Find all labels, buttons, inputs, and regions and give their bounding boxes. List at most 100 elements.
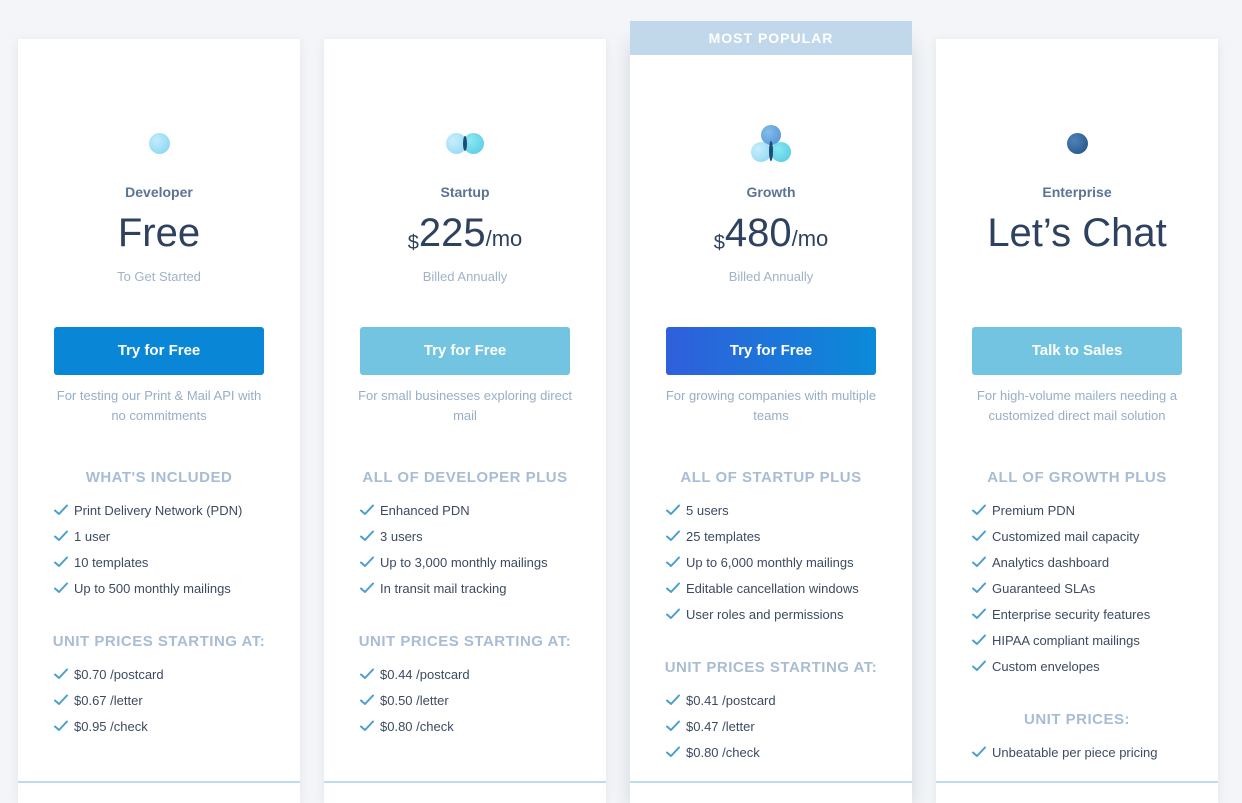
list-item: 1 user — [54, 523, 242, 549]
list-item: Premium PDN — [972, 497, 1150, 523]
try-for-free-button[interactable]: Try for Free — [360, 327, 570, 375]
list-item: $0.67 /letter — [54, 687, 164, 713]
list-item-text: Editable cancellation windows — [686, 580, 859, 596]
check-icon — [666, 694, 680, 706]
list-item-text: Analytics dashboard — [992, 554, 1110, 570]
list-item: Editable cancellation windows — [666, 575, 859, 601]
check-icon — [666, 608, 680, 620]
list-item-text: $0.50 /letter — [380, 692, 449, 708]
list-item: HIPAA compliant mailings — [972, 627, 1150, 653]
list-item: Enhanced PDN — [360, 497, 548, 523]
plan-card-growth: Growth $480/mo Billed Annually Try for F… — [630, 39, 912, 803]
list-item-text: $0.80 /check — [380, 718, 454, 734]
plan-price: $480/mo — [713, 211, 829, 255]
list-item-text: Custom envelopes — [992, 658, 1100, 674]
check-icon — [972, 504, 986, 516]
list-item: $0.47 /letter — [666, 713, 776, 739]
list-item: 3 users — [360, 523, 548, 549]
billing-note: Billed Annually — [422, 269, 508, 284]
list-item: $0.50 /letter — [360, 687, 470, 713]
plan-price: Let’s Chat — [987, 211, 1167, 255]
plan-description: For small businesses exploring direct ma… — [358, 388, 572, 423]
check-icon — [54, 504, 68, 516]
check-icon — [360, 668, 374, 680]
feature-list: Print Delivery Network (PDN) 1 user 10 tem… — [54, 497, 242, 601]
card-divider — [324, 781, 606, 783]
unit-prices-heading: UNIT PRICES STARTING AT: — [52, 633, 266, 650]
plan-price: Free — [117, 211, 201, 255]
list-item-text: User roles and permissions — [686, 606, 844, 622]
list-item: Up to 6,000 monthly mailings — [666, 549, 859, 575]
list-item-text: $0.95 /check — [74, 718, 148, 734]
unit-price-list: $0.41 /postcard $0.47 /letter $0.80 /check — [666, 687, 776, 765]
most-popular-banner: MOST POPULAR — [630, 21, 912, 55]
list-item: $0.80 /check — [360, 713, 470, 739]
list-item-text: Customized mail capacity — [992, 528, 1140, 544]
list-item: User roles and permissions — [666, 601, 859, 627]
billing-note: To Get Started — [117, 269, 201, 284]
unit-price-list: Unbeatable per piece pricing — [972, 739, 1158, 765]
list-item: $0.95 /check — [54, 713, 164, 739]
plan-name: Enterprise — [1042, 184, 1112, 200]
feature-list: 5 users 25 templates Up to 6,000 monthly m… — [666, 497, 859, 627]
unit-prices-heading: UNIT PRICES STARTING AT: — [664, 659, 878, 676]
list-item-text: $0.70 /postcard — [74, 666, 164, 682]
list-item: 10 templates — [54, 549, 242, 575]
growth-plan-icon — [630, 125, 912, 162]
list-item-text: 3 users — [380, 528, 423, 544]
unit-price-list: $0.44 /postcard $0.50 /letter $0.80 /check — [360, 661, 470, 739]
list-item-text: Enhanced PDN — [380, 502, 470, 518]
check-icon — [972, 634, 986, 646]
features-heading: ALL OF STARTUP PLUS — [680, 469, 862, 486]
check-icon — [360, 504, 374, 516]
check-icon — [666, 582, 680, 594]
list-item-text: Print Delivery Network (PDN) — [74, 502, 243, 518]
check-icon — [666, 530, 680, 542]
check-icon — [972, 556, 986, 568]
plan-name: Startup — [440, 184, 490, 200]
list-item: Enterprise security features — [972, 601, 1150, 627]
list-item: $0.44 /postcard — [360, 661, 470, 687]
list-item-text: Unbeatable per piece pricing — [992, 744, 1158, 760]
check-icon — [666, 746, 680, 758]
list-item-text: Up to 6,000 monthly mailings — [686, 554, 854, 570]
plan-name: Growth — [746, 184, 796, 200]
list-item: Unbeatable per piece pricing — [972, 739, 1158, 765]
card-divider — [936, 781, 1218, 783]
list-item: Analytics dashboard — [972, 549, 1150, 575]
list-item: Up to 500 monthly mailings — [54, 575, 242, 601]
check-icon — [54, 530, 68, 542]
list-item-text: $0.67 /letter — [74, 692, 143, 708]
developer-plan-icon — [18, 126, 300, 162]
check-icon — [54, 582, 68, 594]
list-item: 5 users — [666, 497, 859, 523]
list-item-text: Premium PDN — [992, 502, 1076, 518]
list-item: $0.70 /postcard — [54, 661, 164, 687]
startup-plan-icon — [324, 126, 606, 162]
list-item-text: 10 templates — [74, 554, 149, 570]
plan-card-startup: Startup $225/mo Billed Annually Try for … — [324, 39, 606, 803]
talk-to-sales-button[interactable]: Talk to Sales — [972, 327, 1182, 375]
list-item-text: $0.44 /postcard — [380, 666, 470, 682]
list-item-text: In transit mail tracking — [380, 580, 507, 596]
check-icon — [972, 746, 986, 758]
list-item-text: $0.80 /check — [686, 744, 760, 760]
try-for-free-button[interactable]: Try for Free — [54, 327, 264, 375]
list-item: $0.80 /check — [666, 739, 776, 765]
try-for-free-button[interactable]: Try for Free — [666, 327, 876, 375]
card-divider — [630, 781, 912, 783]
plan-description: For testing our Print & Mail API with no… — [56, 388, 262, 423]
check-icon — [666, 556, 680, 568]
list-item: Customized mail capacity — [972, 523, 1150, 549]
check-icon — [360, 530, 374, 542]
plan-description: For high-volume mailers needing a custom… — [976, 388, 1178, 423]
list-item-text: 1 user — [74, 528, 111, 544]
list-item-text: Enterprise security features — [992, 606, 1151, 622]
check-icon — [360, 556, 374, 568]
unit-price-list: $0.70 /postcard $0.67 /letter $0.95 /check — [54, 661, 164, 739]
list-item-text: 5 users — [686, 502, 729, 518]
list-item-text: $0.47 /letter — [686, 718, 755, 734]
check-icon — [666, 720, 680, 732]
list-item-text: Guaranteed SLAs — [992, 580, 1096, 596]
features-heading: ALL OF DEVELOPER PLUS — [362, 469, 568, 486]
